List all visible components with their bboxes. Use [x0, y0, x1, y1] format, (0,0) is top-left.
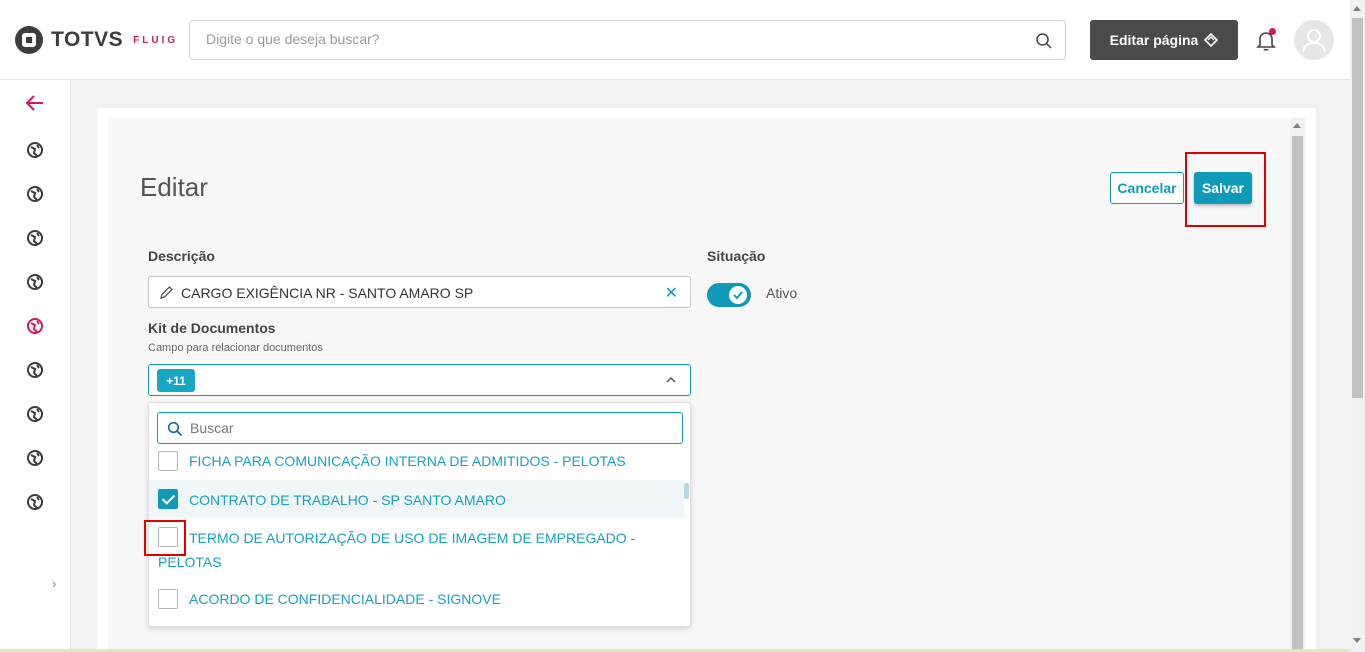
globe-icon[interactable] [24, 227, 46, 249]
page-scrollbar[interactable] [1350, 0, 1365, 652]
option-label: ACORDO DE CONFIDENCIALIDADE - SIGNOVE [189, 591, 501, 607]
kit-documentos-dropdown: FICHA PARA COMUNICAÇÃO INTERNA DE ADMITI… [148, 402, 691, 627]
list-item-selected[interactable]: CONTRATO DE TRABALHO - SP SANTO AMARO [149, 480, 684, 518]
globe-icon[interactable] [24, 139, 46, 161]
clear-icon[interactable]: ✕ [665, 283, 678, 303]
descricao-field[interactable]: CARGO EXIGÊNCIA NR - SANTO AMARO SP ✕ [148, 276, 691, 308]
totvs-logo-icon [15, 26, 43, 54]
frame-scrollbar[interactable] [1290, 118, 1305, 652]
descricao-value: CARGO EXIGÊNCIA NR - SANTO AMARO SP [181, 285, 474, 301]
dropdown-search-input[interactable] [190, 420, 660, 436]
pencil-icon [160, 286, 173, 299]
situacao-value: Ativo [766, 285, 798, 301]
option-label: FICHA PARA COMUNICAÇÃO INTERNA DE ADMITI… [189, 453, 626, 469]
globe-icon[interactable] [24, 359, 46, 381]
user-icon [1302, 29, 1326, 53]
kit-label: Kit de Documentos [148, 320, 276, 336]
globe-icon[interactable] [24, 271, 46, 293]
cancel-button[interactable]: Cancelar [1110, 172, 1184, 204]
page-title: Editar [140, 172, 208, 202]
left-sidebar: › [0, 80, 71, 652]
search-icon[interactable] [1035, 32, 1053, 50]
option-label-continued: PELOTAS [158, 554, 222, 570]
descricao-label: Descrição [148, 248, 215, 264]
checkbox[interactable] [158, 451, 178, 471]
search-icon [167, 421, 183, 437]
paint-icon [1204, 33, 1219, 47]
situacao-label: Situação [707, 248, 766, 264]
situacao-toggle[interactable] [707, 283, 751, 307]
scrollbar-thumb[interactable] [1352, 18, 1363, 398]
globe-icon[interactable] [24, 491, 46, 513]
check-icon [733, 291, 743, 300]
edit-page-button[interactable]: Editar página [1090, 20, 1238, 60]
toggle-knob [729, 286, 747, 304]
kit-documentos-select[interactable]: +11 [148, 364, 691, 396]
global-search [189, 20, 1066, 60]
chevron-up-icon[interactable] [664, 373, 678, 387]
logo-text: TOTVS [51, 28, 124, 51]
totvs-fluig-logo[interactable]: TOTVS FLUIG [15, 26, 178, 54]
top-bar: TOTVS FLUIG Editar página [0, 0, 1350, 80]
scroll-down-arrow-icon[interactable] [1353, 638, 1361, 643]
chevron-right-icon[interactable]: › [52, 576, 56, 591]
logo-subtext: FLUIG [133, 34, 179, 46]
option-label: CONTRATO DE TRABALHO - SP SANTO AMARO [189, 492, 506, 508]
list-item[interactable]: TERMO DE AUTORIZAÇÃO DE USO DE IMAGEM DE… [149, 525, 684, 575]
globe-icon-active[interactable] [24, 315, 46, 337]
checkbox-checked[interactable] [158, 489, 178, 509]
globe-icon[interactable] [24, 403, 46, 425]
checkbox[interactable] [158, 589, 178, 609]
notification-badge [1269, 28, 1276, 35]
globe-icon[interactable] [24, 183, 46, 205]
list-item[interactable]: ACORDO DE CONFIDENCIALIDADE - SIGNOVE [149, 589, 684, 609]
scroll-up-arrow-icon[interactable] [1293, 123, 1301, 128]
search-input[interactable] [206, 31, 1006, 47]
checkbox-highlight-box [144, 520, 186, 556]
save-highlight-box [1185, 152, 1266, 227]
selected-count-badge: +11 [157, 369, 195, 392]
scrollbar-thumb[interactable] [1292, 136, 1303, 652]
dropdown-search [157, 412, 683, 444]
user-avatar[interactable] [1294, 20, 1334, 60]
scroll-up-arrow-icon[interactable] [1353, 6, 1361, 11]
globe-icon[interactable] [24, 447, 46, 469]
list-item[interactable]: FICHA PARA COMUNICAÇÃO INTERNA DE ADMITI… [149, 451, 684, 471]
kit-help-text: Campo para relacionar documentos [148, 342, 323, 354]
edit-page-label: Editar página [1109, 32, 1199, 48]
dropdown-scrollbar-thumb[interactable] [684, 483, 689, 499]
option-label: TERMO DE AUTORIZAÇÃO DE USO DE IMAGEM DE… [189, 530, 636, 546]
back-arrow-icon[interactable] [24, 92, 46, 114]
